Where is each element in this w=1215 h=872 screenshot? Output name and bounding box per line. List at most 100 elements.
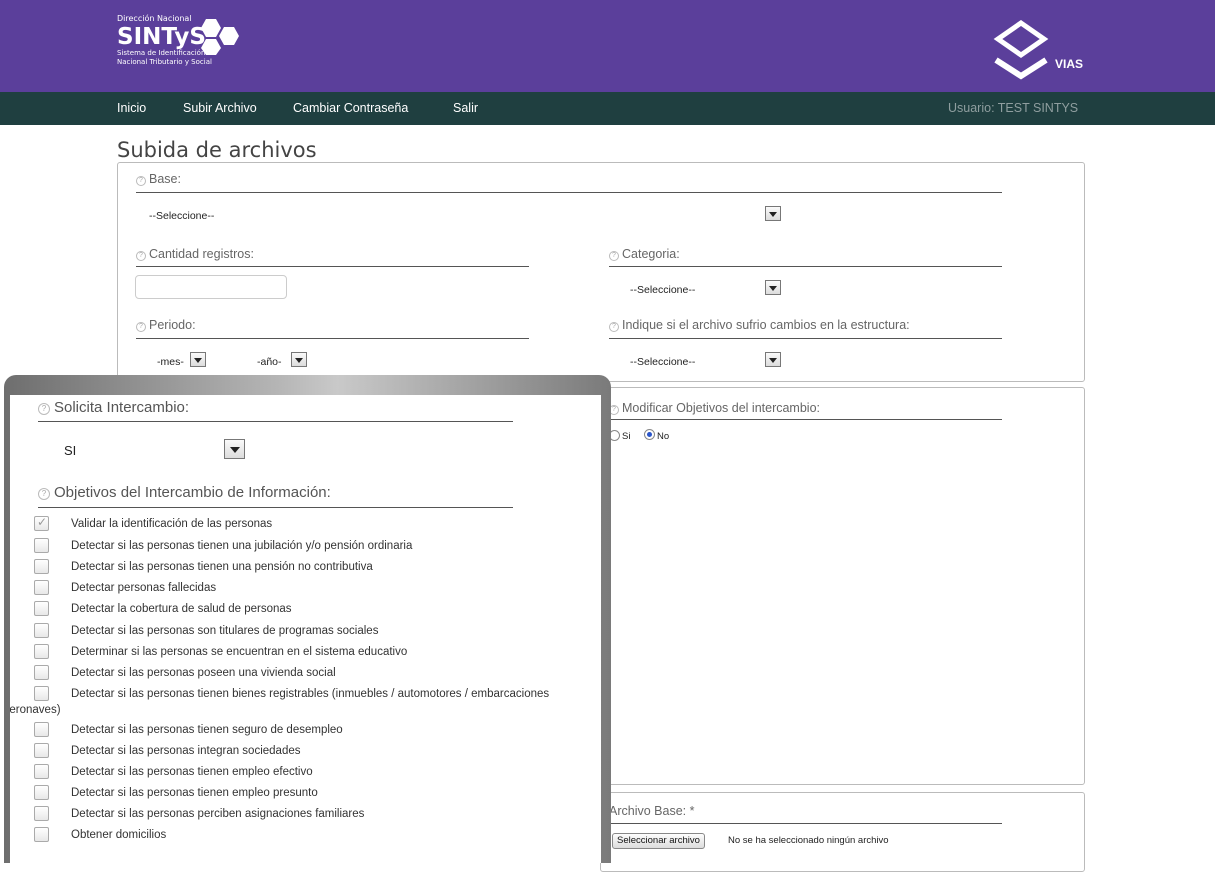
- archivo-base-label: Archivo Base: *: [609, 804, 695, 818]
- periodo-field-label: ? Periodo:: [136, 318, 196, 332]
- divider: [38, 507, 513, 508]
- mes-select-value[interactable]: -mes-: [157, 356, 184, 368]
- objective-label: Detectar si las personas tienen seguro d…: [71, 724, 343, 736]
- solicita-select-dropdown[interactable]: [224, 439, 245, 459]
- objective-checkbox[interactable]: [34, 601, 49, 616]
- help-icon[interactable]: ?: [609, 322, 619, 332]
- objective-item[interactable]: Detectar si las personas tienen empleo p…: [10, 785, 601, 806]
- help-icon[interactable]: ?: [38, 488, 50, 500]
- categoria-select-dropdown[interactable]: [765, 280, 781, 295]
- objective-item[interactable]: Detectar si las personas perciben asigna…: [10, 806, 601, 827]
- objective-label-continuation: aeronaves): [10, 704, 61, 716]
- objective-checkbox[interactable]: [34, 665, 49, 680]
- objective-item[interactable]: Detectar si las personas son titulares d…: [10, 623, 601, 644]
- objective-item[interactable]: Detectar si las personas tienen una jubi…: [10, 538, 601, 559]
- objective-checkbox[interactable]: [34, 764, 49, 779]
- objective-item[interactable]: Detectar si las personas tienen bienes r…: [10, 686, 601, 716]
- base-select-dropdown[interactable]: [765, 206, 781, 221]
- help-icon[interactable]: ?: [136, 176, 146, 186]
- file-status-text: No se ha seleccionado ningún archivo: [728, 835, 889, 846]
- solicita-intercambio-label: ? Solicita Intercambio:: [38, 399, 189, 416]
- objective-label: Detectar si las personas poseen una vivi…: [71, 667, 336, 679]
- cambios-select-value[interactable]: --Seleccione--: [630, 356, 695, 368]
- objective-item[interactable]: Detectar si las personas tienen seguro d…: [10, 722, 601, 743]
- nav-inicio[interactable]: Inicio: [117, 101, 146, 115]
- select-file-button[interactable]: Seleccionar archivo: [612, 833, 705, 849]
- modificar-objetivos-label: ? Modificar Objetivos del intercambio:: [609, 401, 820, 415]
- objective-checkbox[interactable]: [34, 538, 49, 553]
- objective-label: Obtener domicilios: [71, 829, 167, 841]
- objective-checkbox[interactable]: [34, 686, 49, 701]
- logo-org-sub2: Nacional Tributario y Social: [117, 58, 212, 66]
- divider: [609, 823, 1002, 824]
- divider: [609, 419, 1002, 420]
- objective-label: Detectar personas fallecidas: [71, 582, 217, 594]
- help-icon[interactable]: ?: [38, 403, 50, 415]
- objective-checkbox[interactable]: [34, 722, 49, 737]
- divider: [136, 192, 1002, 193]
- cambios-select-dropdown[interactable]: [765, 352, 781, 367]
- objective-item[interactable]: Validar la identificación de las persona…: [10, 515, 601, 537]
- objective-checkbox[interactable]: [34, 644, 49, 659]
- objective-label: Detectar si las personas perciben asigna…: [71, 808, 365, 820]
- objective-item[interactable]: Determinar si las personas se encuentran…: [10, 644, 601, 665]
- objective-label: Detectar si las personas tienen una jubi…: [71, 540, 413, 552]
- radio-si-label: Si: [622, 431, 631, 442]
- main-nav: Inicio Subir Archivo Cambiar Contraseña …: [0, 92, 1215, 125]
- objective-label: Detectar si las personas son titulares d…: [71, 625, 379, 637]
- objective-checkbox[interactable]: [34, 623, 49, 638]
- divider: [609, 338, 1002, 339]
- divider: [136, 266, 529, 267]
- divider: [38, 421, 513, 422]
- objective-label: Detectar si las personas tienen empleo p…: [71, 787, 318, 799]
- cantidad-field-label: ? Cantidad registros:: [136, 247, 254, 261]
- help-icon[interactable]: ?: [136, 251, 146, 261]
- objective-label: Validar la identificación de las persona…: [71, 518, 273, 530]
- objective-label: Determinar si las personas se encuentran…: [71, 646, 408, 658]
- objective-checkbox[interactable]: [34, 806, 49, 821]
- objective-checkbox[interactable]: [34, 827, 49, 842]
- current-user: Usuario: TEST SINTYS: [948, 101, 1079, 115]
- categoria-select-value[interactable]: --Seleccione--: [630, 284, 695, 296]
- nav-salir[interactable]: Salir: [453, 101, 478, 115]
- divider: [136, 338, 529, 339]
- radio-no[interactable]: [644, 429, 655, 440]
- base-select-value[interactable]: --Seleccione--: [149, 210, 214, 222]
- page-title: Subida de archivos: [117, 138, 317, 162]
- radio-no-label: No: [657, 431, 670, 442]
- nav-subir-archivo[interactable]: Subir Archivo: [183, 101, 257, 115]
- objective-item[interactable]: Detectar si las personas poseen una vivi…: [10, 665, 601, 686]
- objective-checkbox[interactable]: [34, 515, 49, 531]
- help-icon[interactable]: ?: [609, 251, 619, 261]
- vias-label: VIAS: [1055, 57, 1084, 71]
- objective-label: Detectar si las personas tienen empleo e…: [71, 766, 313, 778]
- objective-checkbox[interactable]: [34, 743, 49, 758]
- header-bar: Dirección Nacional SINTyS Sistema de Ide…: [0, 0, 1215, 92]
- objective-item[interactable]: Detectar la cobertura de salud de person…: [10, 601, 601, 622]
- zoom-content: ? Solicita Intercambio: SI ? Objetivos del…: [10, 395, 601, 863]
- objective-label: Detectar si las personas tienen una pens…: [71, 561, 373, 573]
- objective-item[interactable]: Detectar si las personas integran socied…: [10, 743, 601, 764]
- categoria-field-label: ? Categoria:: [609, 247, 680, 261]
- help-icon[interactable]: ?: [136, 322, 146, 332]
- cantidad-registros-input[interactable]: [135, 275, 287, 299]
- solicita-select-value[interactable]: SI: [64, 443, 76, 458]
- objective-checkbox[interactable]: [34, 559, 49, 574]
- form-panel-top: [117, 162, 1085, 382]
- objetivos-info-label: ? Objetivos del Intercambio de Informació…: [38, 484, 331, 501]
- nav-cambiar-contrasena[interactable]: Cambiar Contraseña: [293, 101, 408, 115]
- objective-item[interactable]: Detectar si las personas tienen empleo e…: [10, 764, 601, 785]
- anio-select-value[interactable]: -año-: [257, 356, 282, 368]
- objective-label: Detectar si las personas tienen bienes r…: [71, 688, 550, 700]
- anio-select-dropdown[interactable]: [291, 352, 307, 367]
- objective-checkbox[interactable]: [34, 580, 49, 595]
- objetivos-panel: [600, 387, 1085, 785]
- objective-item[interactable]: Detectar si las personas tienen una pens…: [10, 559, 601, 580]
- objective-checkbox[interactable]: [34, 785, 49, 800]
- mes-select-dropdown[interactable]: [190, 352, 206, 367]
- objective-item[interactable]: Obtener domicilios: [10, 827, 601, 848]
- objective-item[interactable]: Detectar personas fallecidas: [10, 580, 601, 601]
- base-field-label: ? Base:: [136, 172, 181, 186]
- cambios-estructura-label: ? Indique si el archivo sufrio cambios en…: [609, 318, 910, 332]
- divider: [609, 266, 1002, 267]
